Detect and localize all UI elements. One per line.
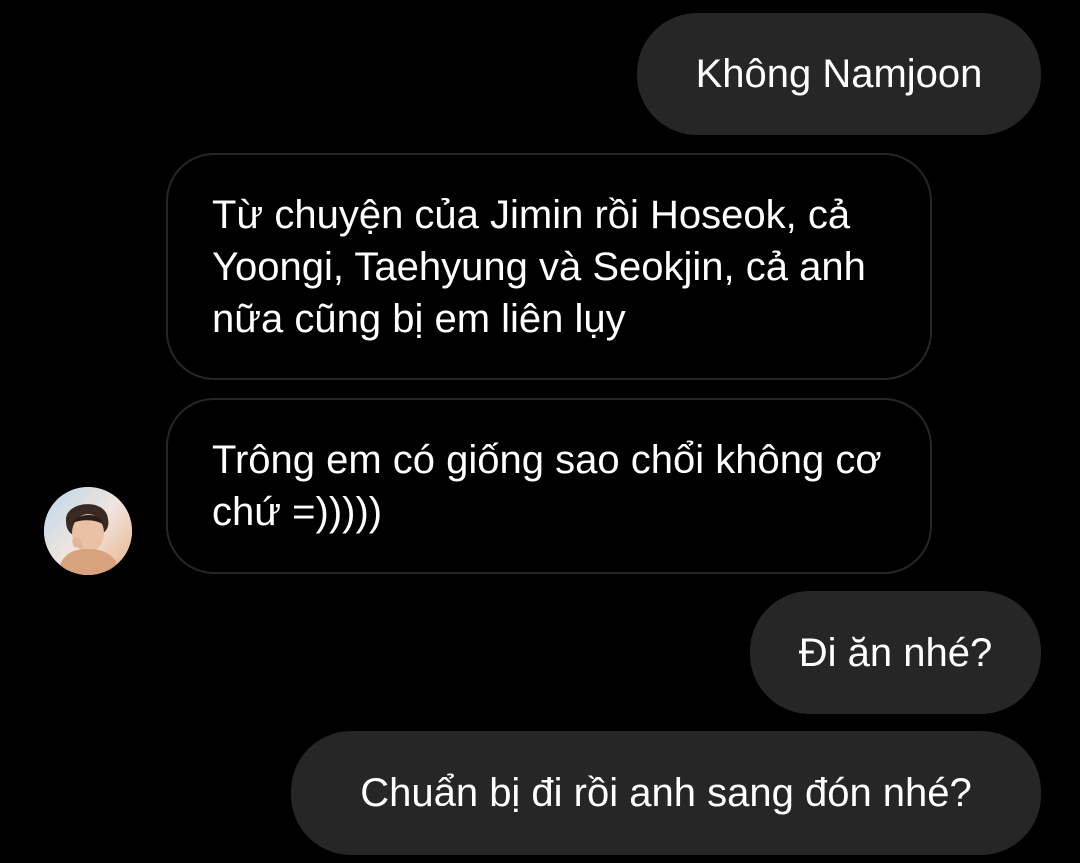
message-text: Đi ăn nhé?	[798, 630, 993, 675]
sent-message-bubble[interactable]: Chuẩn bị đi rồi anh sang đón nhé?	[291, 731, 1041, 855]
contact-avatar[interactable]	[44, 487, 132, 575]
message-text: Trông em có giống sao chổi không cơ chứ …	[212, 438, 882, 534]
message-text: Chuẩn bị đi rồi anh sang đón nhé?	[360, 771, 972, 815]
sent-message-bubble[interactable]: Đi ăn nhé?	[750, 591, 1041, 714]
received-message-bubble[interactable]: Trông em có giống sao chổi không cơ chứ …	[166, 398, 932, 574]
message-text: Từ chuyện của Jimin rồi Hoseok, cả Yoong…	[212, 192, 866, 341]
sent-message-bubble[interactable]: Không Namjoon	[637, 13, 1041, 135]
avatar-photo-icon	[44, 487, 132, 575]
received-message-bubble[interactable]: Từ chuyện của Jimin rồi Hoseok, cả Yoong…	[166, 153, 932, 380]
message-text: Không Namjoon	[695, 52, 983, 96]
chat-thread: Không Namjoon Từ chuyện của Jimin rồi Ho…	[0, 0, 1080, 863]
